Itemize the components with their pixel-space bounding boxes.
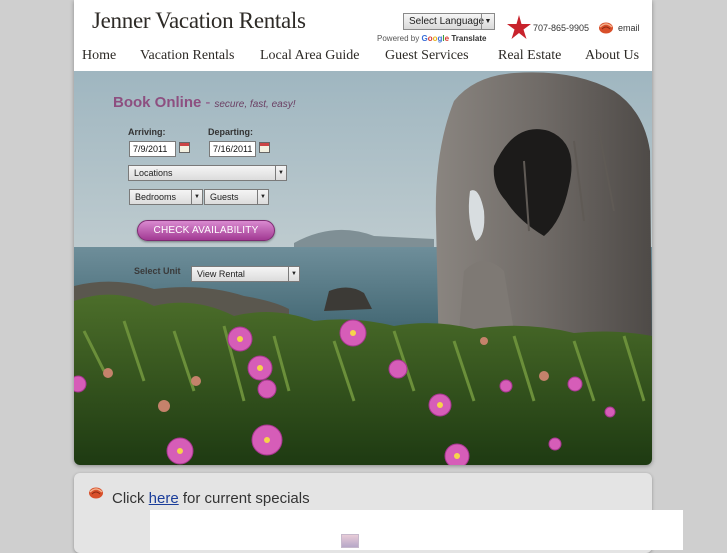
specials-link[interactable]: here [149,490,179,507]
guests-select-value: Guests [210,192,239,202]
star-icon [507,15,531,39]
language-select-label: Select Language [409,16,485,27]
main-panel: Jenner Vacation Rentals Select Language … [74,0,652,465]
arriving-calendar-icon[interactable] [179,142,190,153]
specials-suffix: for current specials [182,490,310,507]
book-online-tagline: secure, fast, easy! [214,99,296,110]
view-rental-select-value: View Rental [197,269,245,279]
google-logo[interactable]: Google [421,34,449,43]
email-icon[interactable] [598,20,614,34]
powered-by-text: Powered by [377,34,420,43]
translate-text: Translate [451,34,487,43]
dropdown-arrow-icon: ▼ [191,190,202,204]
select-unit-label: Select Unit [134,266,181,276]
bedrooms-select-value: Bedrooms [135,192,177,202]
nav-guest-services[interactable]: Guest Services [385,48,469,64]
arriving-date-input[interactable]: 7/9/2011 [129,141,176,157]
departing-label: Departing: [208,127,253,137]
locations-select[interactable]: Locations ▼ [128,165,287,181]
locations-select-value: Locations [134,168,173,178]
language-select[interactable]: Select Language ▼ [403,13,495,30]
nav-home[interactable]: Home [82,48,116,64]
departing-date-input[interactable]: 7/16/2011 [209,141,256,157]
specials-text: Click here for current specials [112,490,310,507]
arriving-label: Arriving: [128,127,166,137]
content-panel [150,510,683,550]
phone-number: 707-865-9905 [533,23,590,33]
bedrooms-select[interactable]: Bedrooms ▼ [129,189,203,205]
flower-icon [89,487,103,499]
book-online-heading: Book Online - secure, fast, easy! [113,94,296,111]
dropdown-arrow-icon: ▼ [481,14,494,29]
departing-calendar-icon[interactable] [259,142,270,153]
specials-prefix: Click [112,490,145,507]
guests-select[interactable]: Guests ▼ [204,189,269,205]
nav-vacation-rentals[interactable]: Vacation Rentals [140,48,234,64]
nav-real-estate[interactable]: Real Estate [498,48,561,64]
nav-about-us[interactable]: About Us [585,48,639,64]
view-rental-select[interactable]: View Rental ▼ [191,266,300,282]
dropdown-arrow-icon: ▼ [275,166,286,180]
dropdown-arrow-icon: ▼ [288,267,299,281]
dropdown-arrow-icon: ▼ [257,190,268,204]
email-link[interactable]: email [618,23,640,33]
book-online-title: Book Online [113,94,202,111]
check-availability-button[interactable]: CHECK AVAILABILITY [137,220,275,241]
thumbnail-image [341,534,359,548]
heading-separator: - [205,94,211,111]
google-translate-credit: Powered by Google Translate [377,34,486,43]
nav-local-area-guide[interactable]: Local Area Guide [260,48,360,64]
main-navigation: Home Vacation Rentals Local Area Guide G… [74,48,652,68]
site-logo[interactable]: Jenner Vacation Rentals [92,8,306,34]
